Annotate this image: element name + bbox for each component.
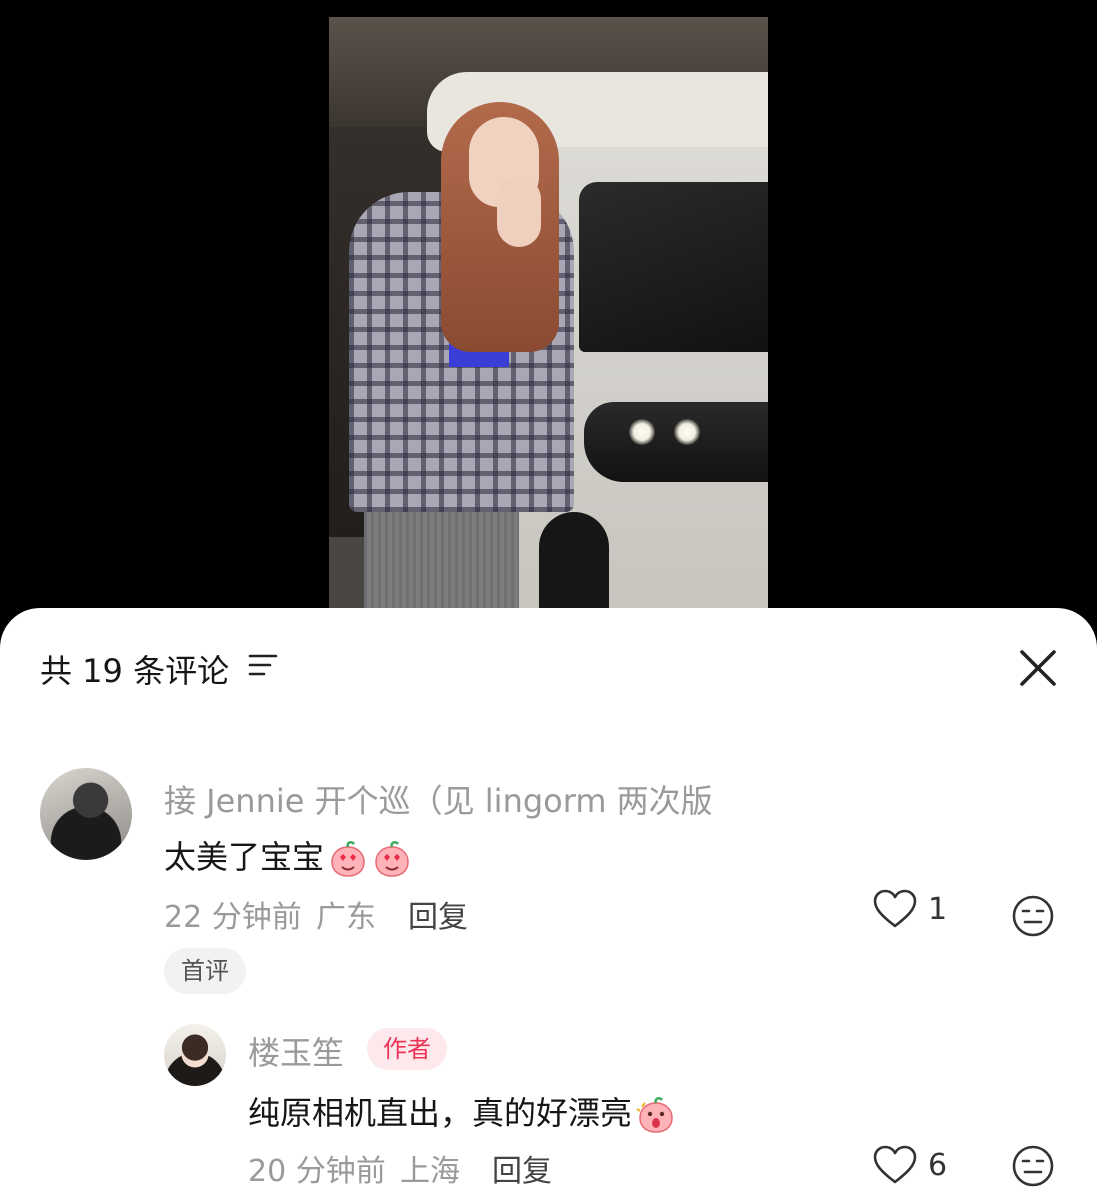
like-count: 6 bbox=[928, 1147, 948, 1183]
close-icon[interactable] bbox=[1016, 646, 1060, 690]
dislike-face-icon[interactable] bbox=[1011, 1144, 1055, 1188]
heart-eyes-peach-emoji bbox=[375, 841, 409, 877]
like-count: 1 bbox=[928, 891, 948, 927]
video-player[interactable] bbox=[0, 0, 1097, 640]
comment-text: 太美了宝宝 bbox=[164, 832, 412, 879]
surprised-peach-emoji bbox=[636, 1097, 673, 1133]
car-headlight bbox=[584, 402, 768, 482]
heart-eyes-peach-emoji bbox=[331, 841, 365, 877]
comment-time: 22 分钟前 bbox=[164, 900, 302, 935]
comment-sheet-header: 共 19 条评论 bbox=[0, 608, 1097, 720]
comment-sheet: 共 19 条评论 接 Jennie 开个巡（见 lingorm 两次版 太美了宝… bbox=[0, 608, 1097, 1200]
reply-text: 纯原相机直出，真的好漂亮 bbox=[248, 1088, 676, 1135]
comment-location: 广东 bbox=[316, 900, 376, 935]
reply-text-content: 纯原相机直出，真的好漂亮 bbox=[248, 1094, 633, 1132]
author-badge: 作者 bbox=[367, 1028, 447, 1070]
reply-button[interactable]: 回复 bbox=[408, 892, 468, 936]
car-wheel bbox=[539, 512, 609, 608]
filter-lines-icon[interactable] bbox=[248, 652, 278, 678]
comment-count-title: 共 19 条评论 bbox=[40, 652, 230, 690]
reply-button[interactable]: 回复 bbox=[492, 1146, 552, 1190]
avatar[interactable] bbox=[40, 768, 132, 860]
comment-username[interactable]: 接 Jennie 开个巡（见 lingorm 两次版 bbox=[164, 776, 713, 822]
heart-icon bbox=[873, 889, 917, 928]
reply-username[interactable]: 楼玉笙 bbox=[248, 1028, 344, 1074]
like-button[interactable]: 6 bbox=[872, 1144, 947, 1186]
reply-location: 上海 bbox=[400, 1154, 460, 1189]
car-window bbox=[579, 182, 768, 352]
avatar[interactable] bbox=[164, 1024, 226, 1086]
dislike-face-icon[interactable] bbox=[1011, 894, 1055, 938]
first-comment-badge: 首评 bbox=[164, 948, 246, 994]
like-button[interactable]: 1 bbox=[872, 888, 947, 930]
comment-text-content: 太美了宝宝 bbox=[164, 838, 325, 876]
heart-icon bbox=[873, 1145, 917, 1184]
video-frame[interactable] bbox=[329, 17, 768, 608]
reply-time: 20 分钟前 bbox=[248, 1154, 386, 1189]
headlight-glow bbox=[629, 419, 655, 445]
headlight-glow bbox=[674, 419, 700, 445]
person-hand bbox=[497, 177, 541, 247]
